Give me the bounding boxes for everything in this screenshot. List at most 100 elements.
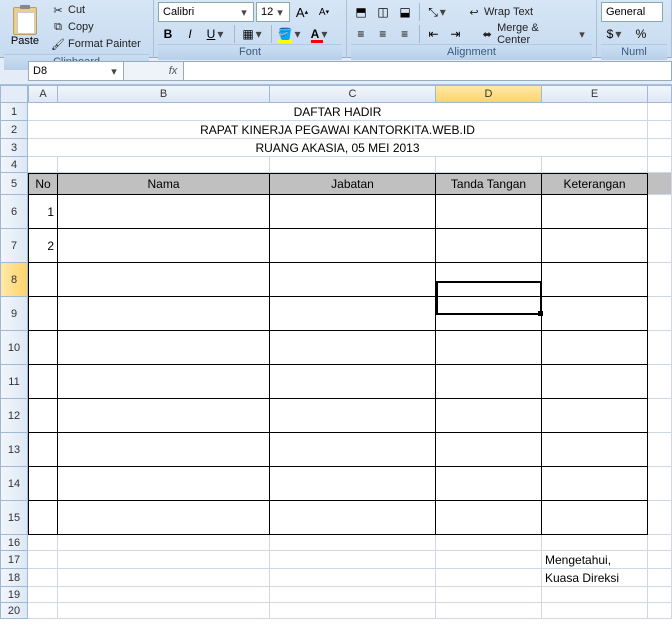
italic-button[interactable]: I — [180, 24, 200, 44]
th-ket[interactable]: Keterangan — [542, 173, 648, 195]
cell-jabatan[interactable] — [270, 263, 436, 297]
cell-ttd[interactable] — [436, 501, 542, 535]
cell-no[interactable] — [28, 399, 58, 433]
cell-nama[interactable] — [58, 331, 270, 365]
cell-ket[interactable] — [542, 229, 648, 263]
row-header[interactable]: 16 — [0, 535, 28, 551]
row-header[interactable]: 10 — [0, 331, 28, 365]
cell-no[interactable]: 2 — [28, 229, 58, 263]
cell-ttd[interactable] — [436, 433, 542, 467]
row-header[interactable]: 8 — [0, 263, 28, 297]
fill-color-button[interactable]: 🪣▾ — [276, 24, 304, 44]
cell-ttd[interactable] — [436, 331, 542, 365]
font-name-select[interactable]: Calibri ▾ — [158, 2, 254, 22]
cell-no[interactable]: 1 — [28, 195, 58, 229]
orientation-button[interactable]: ⤡▾ — [424, 2, 452, 22]
row-header[interactable]: 5 — [0, 173, 28, 195]
cell-ket[interactable] — [542, 263, 648, 297]
th-ttd[interactable]: Tanda Tangan — [436, 173, 542, 195]
row-header[interactable]: 11 — [0, 365, 28, 399]
font-size-select[interactable]: 12 ▾ — [256, 2, 290, 22]
cell-ket[interactable] — [542, 399, 648, 433]
row-header[interactable]: 12 — [0, 399, 28, 433]
cell-nama[interactable] — [58, 297, 270, 331]
cell-no[interactable] — [28, 433, 58, 467]
cell-nama[interactable] — [58, 263, 270, 297]
currency-button[interactable]: $▾ — [601, 24, 629, 44]
borders-button[interactable]: ▦▾ — [239, 24, 267, 44]
cell-nama[interactable] — [58, 399, 270, 433]
cell-sign2[interactable]: Kuasa Direksi — [542, 569, 648, 587]
cell-ket[interactable] — [542, 297, 648, 331]
cell-ttd[interactable] — [436, 195, 542, 229]
cell-no[interactable] — [28, 263, 58, 297]
cell-ket[interactable] — [542, 195, 648, 229]
spreadsheet-grid[interactable]: A B C D E 1 DAFTAR HADIR 2 RAPAT KINERJA… — [0, 85, 672, 619]
grow-font-button[interactable]: A▴ — [292, 2, 312, 22]
cell-no[interactable] — [28, 501, 58, 535]
fx-icon[interactable]: fx — [165, 61, 181, 81]
shrink-font-button[interactable]: A▾ — [314, 2, 334, 22]
cell-jabatan[interactable] — [270, 297, 436, 331]
cell-jabatan[interactable] — [270, 331, 436, 365]
cell-no[interactable] — [28, 365, 58, 399]
cell-ttd[interactable] — [436, 399, 542, 433]
cell-ket[interactable] — [542, 433, 648, 467]
col-header-f[interactable] — [648, 85, 672, 103]
number-format-select[interactable]: General — [601, 2, 663, 22]
row-header[interactable]: 17 — [0, 551, 28, 569]
row-header[interactable]: 7 — [0, 229, 28, 263]
name-box[interactable]: D8 ▾ — [28, 61, 124, 81]
cell-no[interactable] — [28, 467, 58, 501]
align-top-button[interactable]: ⬒ — [351, 2, 371, 22]
cell-ttd[interactable] — [436, 263, 542, 297]
row-header[interactable]: 2 — [0, 121, 28, 139]
cell-ket[interactable] — [542, 365, 648, 399]
cell-nama[interactable] — [58, 501, 270, 535]
col-header-a[interactable]: A — [28, 85, 58, 103]
cell-jabatan[interactable] — [270, 229, 436, 263]
row-header[interactable]: 6 — [0, 195, 28, 229]
cell-ttd[interactable] — [436, 467, 542, 501]
th-nama[interactable]: Nama — [58, 173, 270, 195]
cell-jabatan[interactable] — [270, 467, 436, 501]
row-header[interactable]: 13 — [0, 433, 28, 467]
cell-no[interactable] — [28, 297, 58, 331]
cell-nama[interactable] — [58, 229, 270, 263]
cell-jabatan[interactable] — [270, 195, 436, 229]
wrap-text-button[interactable]: ↩ Wrap Text — [462, 4, 538, 21]
cell-jabatan[interactable] — [270, 433, 436, 467]
row-header[interactable]: 18 — [0, 569, 28, 587]
row-header[interactable]: 1 — [0, 103, 28, 121]
row-header[interactable]: 9 — [0, 297, 28, 331]
cell-nama[interactable] — [58, 433, 270, 467]
cell-jabatan[interactable] — [270, 399, 436, 433]
cell-jabatan[interactable] — [270, 501, 436, 535]
cell-title[interactable]: DAFTAR HADIR — [28, 103, 648, 121]
align-middle-button[interactable]: ◫ — [373, 2, 393, 22]
cut-button[interactable]: ✂ Cut — [46, 2, 146, 19]
align-left-button[interactable]: ≡ — [351, 24, 371, 44]
row-header[interactable]: 19 — [0, 587, 28, 603]
row-header[interactable]: 4 — [0, 157, 28, 173]
bold-button[interactable]: B — [158, 24, 178, 44]
cell-nama[interactable] — [58, 195, 270, 229]
align-center-button[interactable]: ≡ — [373, 24, 393, 44]
row-header[interactable]: 14 — [0, 467, 28, 501]
th-jabatan[interactable]: Jabatan — [270, 173, 436, 195]
cell-nama[interactable] — [58, 365, 270, 399]
col-header-d[interactable]: D — [436, 85, 542, 103]
increase-indent-button[interactable]: ⇥ — [445, 24, 465, 44]
cell-ket[interactable] — [542, 501, 648, 535]
align-bottom-button[interactable]: ⬓ — [395, 2, 415, 22]
cell-ket[interactable] — [542, 331, 648, 365]
select-all-corner[interactable] — [0, 85, 28, 103]
percent-button[interactable]: % — [631, 24, 651, 44]
cell-jabatan[interactable] — [270, 365, 436, 399]
cell-nama[interactable] — [58, 467, 270, 501]
row-header[interactable]: 3 — [0, 139, 28, 157]
row-header[interactable]: 15 — [0, 501, 28, 535]
format-painter-button[interactable]: 🖌 Format Painter — [46, 36, 146, 53]
cell-no[interactable] — [28, 331, 58, 365]
cell-ttd[interactable] — [436, 229, 542, 263]
